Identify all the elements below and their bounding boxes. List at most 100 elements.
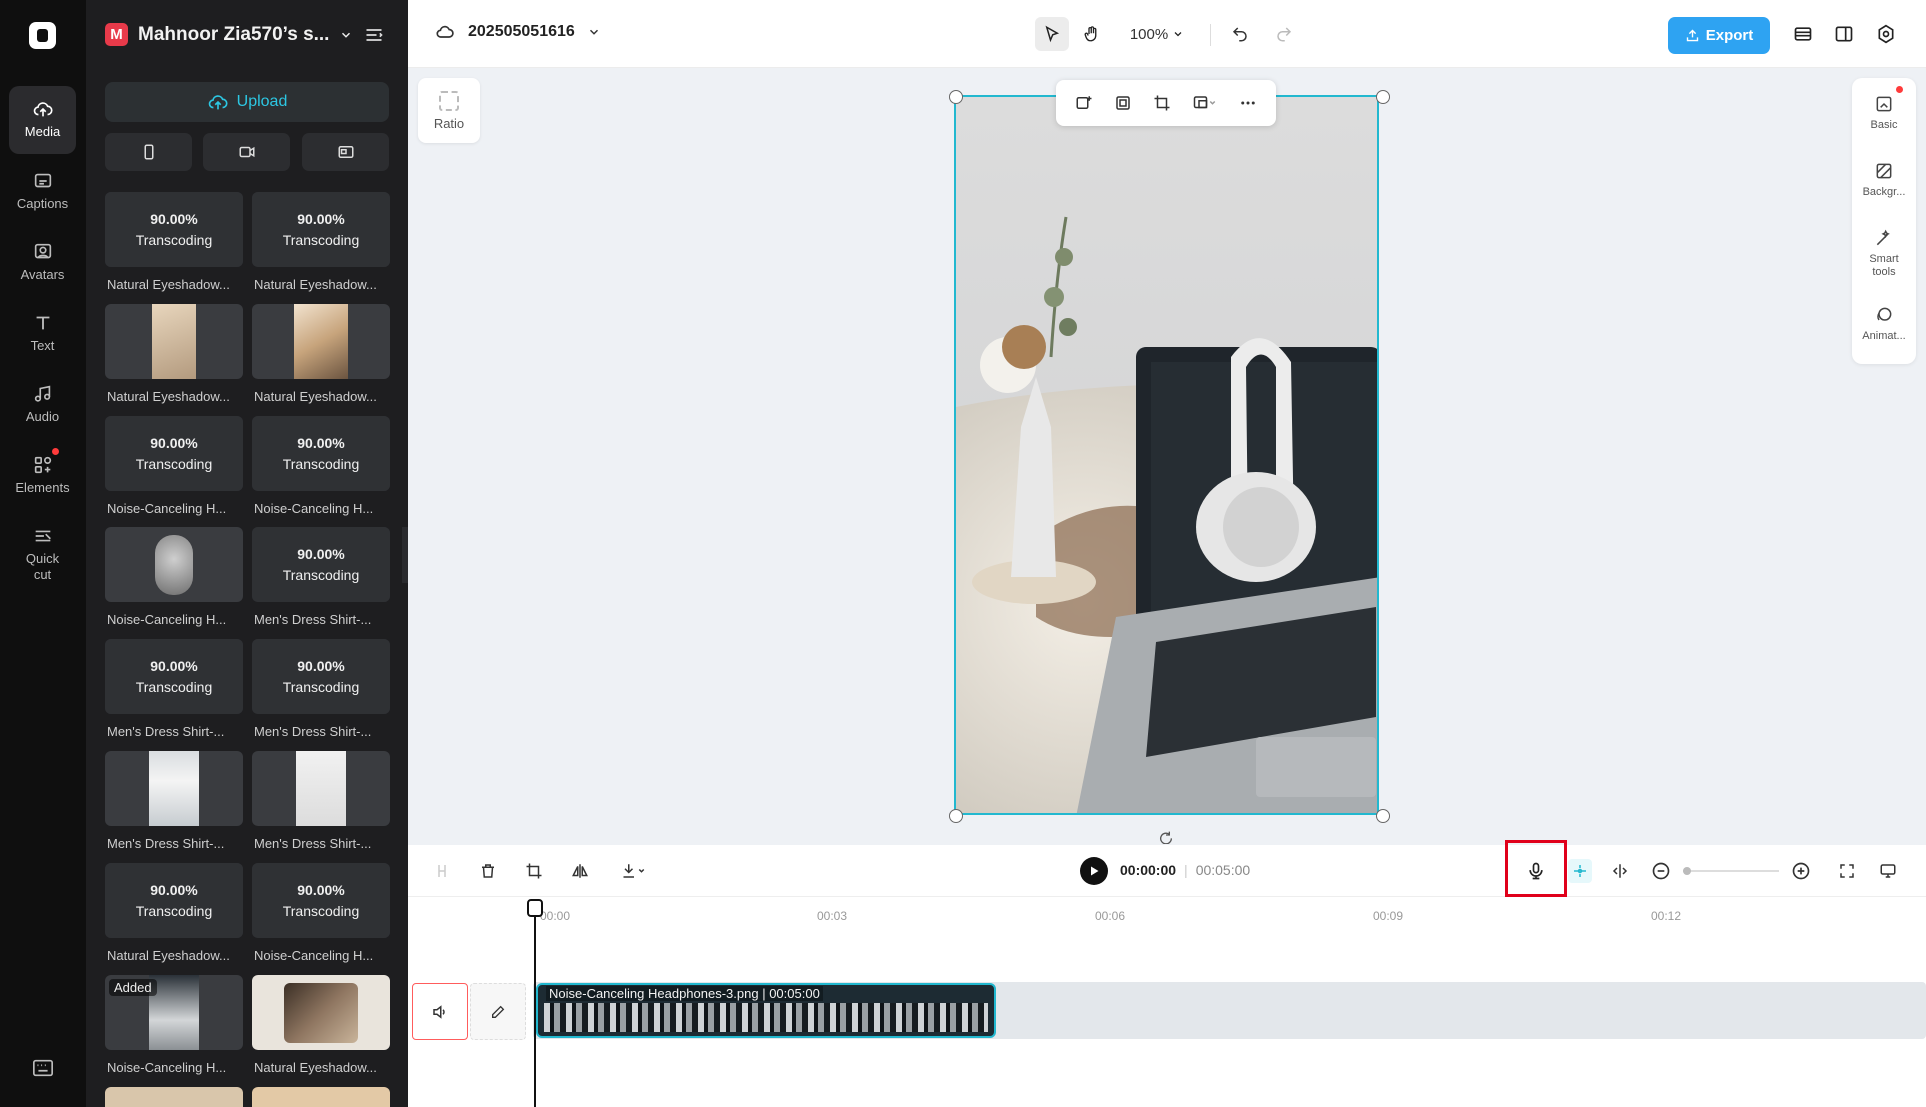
rail-text[interactable]: Text <box>9 300 76 354</box>
project-title[interactable]: 202505051616 <box>434 22 601 42</box>
export-button[interactable]: Export <box>1668 17 1770 54</box>
undo-button[interactable] <box>1223 17 1257 51</box>
record-voiceover-button[interactable] <box>1524 859 1548 883</box>
flip-button[interactable] <box>568 859 592 883</box>
rail-quick-cut[interactable]: Quick cut <box>9 513 76 583</box>
media-item-15[interactable]: Added <box>105 975 243 1050</box>
zoom-in-button[interactable] <box>1789 859 1813 883</box>
shirt-thumbnail <box>149 751 199 826</box>
panel-background[interactable]: Backgr... <box>1852 161 1916 199</box>
media-item-8[interactable]: 90.00% Transcoding <box>252 527 390 602</box>
ruler-label: 00:12 <box>1651 909 1682 923</box>
playhead-handle[interactable] <box>527 899 543 917</box>
preview-screen-button[interactable] <box>1876 859 1900 883</box>
select-tool-button[interactable] <box>1035 17 1069 51</box>
settings-button[interactable] <box>1868 17 1904 51</box>
left-rail: Media Captions Avatars Text Audio Elemen… <box>0 0 86 1107</box>
fit-icon[interactable] <box>1114 94 1132 112</box>
track-mute-button[interactable] <box>412 983 468 1040</box>
media-item-12[interactable] <box>252 751 390 826</box>
more-icon[interactable] <box>1239 94 1257 112</box>
zoom-dropdown[interactable]: 100% <box>1124 17 1190 51</box>
video-preview[interactable] <box>954 95 1379 815</box>
cloud-icon <box>436 25 454 38</box>
track-edit-button[interactable] <box>470 983 526 1040</box>
workspace-switcher[interactable]: M Mahnoor Zia570’s s... <box>105 23 353 46</box>
layout-toggle-button[interactable] <box>1826 17 1862 51</box>
media-item-13[interactable]: 90.00% Transcoding <box>105 863 243 938</box>
crop-icon[interactable] <box>1153 94 1171 112</box>
media-item-17[interactable] <box>105 1087 243 1107</box>
media-item-6[interactable]: 90.00% Transcoding <box>252 416 390 491</box>
media-item-11[interactable] <box>105 751 243 826</box>
panel-animation[interactable]: Animat... <box>1852 305 1916 343</box>
split-icon <box>438 865 446 877</box>
replace-image-icon[interactable] <box>1075 94 1093 112</box>
rail-elements[interactable]: Elements <box>9 442 76 496</box>
split-clip-button[interactable] <box>1608 859 1632 883</box>
background-icon <box>1876 163 1892 179</box>
media-item-14[interactable]: 90.00% Transcoding <box>252 863 390 938</box>
media-panel: M Mahnoor Zia570’s s... Upload 90.00% Tra… <box>86 0 408 1107</box>
timeline-clip[interactable]: Noise-Canceling Headphones-3.png | 00:05… <box>536 983 996 1038</box>
media-item-5[interactable]: 90.00% Transcoding <box>105 416 243 491</box>
resize-handle-top-left[interactable] <box>949 90 963 104</box>
media-item-1[interactable]: 90.00% Transcoding <box>105 192 243 267</box>
panel-smart-tools[interactable]: Smart tools <box>1852 228 1916 279</box>
delete-button[interactable] <box>476 859 500 883</box>
filter-landscape-button[interactable] <box>302 133 389 171</box>
layers-button[interactable] <box>1785 17 1821 51</box>
toolbar-divider <box>1210 24 1211 46</box>
mask-icon[interactable] <box>1192 94 1218 112</box>
resize-handle-bottom-right[interactable] <box>1376 809 1390 823</box>
filter-video-button[interactable] <box>203 133 290 171</box>
text-icon <box>36 316 49 330</box>
top-bar: 202505051616 100% Export <box>408 0 1926 68</box>
split-button[interactable] <box>430 859 454 883</box>
media-item-name: Noise-Canceling H... <box>107 501 227 516</box>
chevron-down-icon <box>342 32 351 38</box>
media-item-name: Noise-Canceling H... <box>254 948 374 963</box>
zoom-out-button[interactable] <box>1649 859 1673 883</box>
media-item-10[interactable]: 90.00% Transcoding <box>252 639 390 714</box>
panel-basic[interactable]: Basic <box>1852 94 1916 132</box>
hand-tool-button[interactable] <box>1075 17 1109 51</box>
upload-icon <box>1686 29 1698 42</box>
media-item-7[interactable] <box>105 527 243 602</box>
app-logo[interactable] <box>29 22 56 49</box>
media-item-9[interactable]: 90.00% Transcoding <box>105 639 243 714</box>
video-editor-app: Media Captions Avatars Text Audio Elemen… <box>0 0 1926 1107</box>
rail-avatars[interactable]: Avatars <box>9 229 76 283</box>
rail-audio[interactable]: Audio <box>9 371 76 425</box>
rail-media[interactable]: Media <box>9 86 76 154</box>
media-item-3[interactable] <box>105 304 243 379</box>
media-item-18[interactable] <box>252 1087 390 1107</box>
rotate-handle-icon[interactable] <box>1158 830 1174 844</box>
zoom-slider[interactable] <box>1683 867 1779 875</box>
play-button[interactable] <box>1080 857 1108 885</box>
resize-handle-top-right[interactable] <box>1376 90 1390 104</box>
ruler-label: 00:00 <box>540 909 571 923</box>
playhead[interactable] <box>534 909 536 1107</box>
ratio-button[interactable]: Ratio <box>418 78 480 143</box>
resize-handle-bottom-left[interactable] <box>949 809 963 823</box>
monitor-icon <box>1880 864 1896 878</box>
download-dropdown[interactable] <box>614 859 654 883</box>
keyboard-shortcuts-icon[interactable] <box>32 1058 54 1078</box>
auto-snap-button[interactable] <box>1568 859 1592 883</box>
filter-mobile-button[interactable] <box>105 133 192 171</box>
ruler-label: 00:06 <box>1095 909 1126 923</box>
zoom-in-icon <box>1792 862 1810 880</box>
crop-button[interactable] <box>522 859 546 883</box>
upload-button[interactable]: Upload <box>105 82 389 122</box>
ruler-label: 00:09 <box>1373 909 1404 923</box>
redo-button[interactable] <box>1267 17 1301 51</box>
media-item-2[interactable]: 90.00% Transcoding <box>252 192 390 267</box>
ratio-icon <box>439 90 459 111</box>
rail-captions[interactable]: Captions <box>9 158 76 212</box>
media-item-16[interactable] <box>252 975 390 1050</box>
panel-menu-icon[interactable] <box>364 26 384 44</box>
media-item-4[interactable] <box>252 304 390 379</box>
clip-label: Noise-Canceling Headphones-3.png | 00:05… <box>546 986 823 1001</box>
fit-timeline-button[interactable] <box>1835 859 1859 883</box>
